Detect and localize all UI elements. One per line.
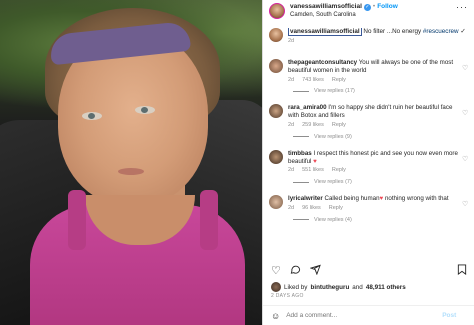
caption-avatar[interactable]	[269, 28, 283, 42]
comment-username[interactable]: timbbas	[288, 150, 312, 157]
left-strap	[68, 190, 86, 250]
comment-username[interactable]: thepageantconsultancy	[288, 59, 357, 66]
liker-username[interactable]: bintutheguru	[310, 284, 349, 291]
caption-username[interactable]: vanessawilliamsofficial	[288, 28, 362, 36]
replies-line	[293, 90, 309, 92]
post-photo[interactable]	[0, 0, 262, 325]
share-icon[interactable]	[309, 264, 321, 278]
mouth	[118, 168, 144, 175]
comment-time: 2d	[288, 204, 295, 211]
post-caption: vanessawilliamsofficial No filter ...No …	[269, 28, 469, 45]
replies-line	[293, 219, 309, 221]
instagram-post-view: vanessawilliamsofficial ✓ • Follow Camde…	[0, 0, 474, 325]
comment-icon[interactable]	[290, 264, 301, 278]
reply-button[interactable]: Reply	[332, 77, 346, 85]
add-comment-bar: ☺ Post	[263, 305, 474, 325]
comment-like-heart-icon[interactable]: ♡	[462, 201, 469, 208]
post-actions: ♡	[263, 264, 474, 278]
separator-dot: •	[372, 3, 376, 10]
view-replies[interactable]: View replies (9)	[293, 134, 469, 140]
comment-text: Called being human	[324, 195, 380, 203]
smile-icon[interactable]: ☺	[271, 311, 280, 321]
more-options-icon[interactable]: ···	[456, 3, 468, 12]
likes-middle: and	[352, 283, 363, 291]
likes-count[interactable]: 48,911 others	[366, 284, 406, 291]
commenter-avatar[interactable]	[269, 195, 283, 210]
caption-time: 2d	[288, 38, 295, 44]
comment-item: thepageantconsultancy You will always be…	[269, 59, 469, 84]
comment-like-heart-icon[interactable]: ♡	[462, 156, 469, 163]
comment-like-heart-icon[interactable]: ♡	[462, 110, 469, 117]
post-header: vanessawilliamsofficial ✓ • Follow Camde…	[263, 0, 474, 26]
view-replies[interactable]: View replies (4)	[293, 217, 469, 223]
comment-time: 2d	[288, 121, 295, 128]
reply-button[interactable]: Reply	[332, 122, 346, 130]
view-replies[interactable]: View replies (17)	[293, 88, 469, 94]
view-replies-label[interactable]: View replies (4)	[314, 217, 352, 223]
comment-time: 2d	[288, 76, 295, 83]
likes-summary: Liked by bintutheguru and 48,911 others	[263, 282, 474, 292]
comment-like-heart-icon[interactable]: ♡	[462, 65, 469, 72]
bookmark-icon[interactable]	[457, 264, 467, 278]
liker-avatar[interactable]	[271, 282, 281, 292]
caption-hashtag[interactable]: #rescuecrew	[423, 28, 459, 35]
add-comment-input[interactable]	[286, 312, 437, 319]
reply-button[interactable]: Reply	[332, 167, 346, 175]
comment-item: lyricalwriter Called being human♥ nothin…	[269, 195, 469, 213]
comment-time: 2d	[288, 167, 295, 174]
comment-username[interactable]: rara_amira00	[288, 104, 327, 111]
view-replies-label[interactable]: View replies (17)	[314, 88, 355, 94]
post-comment-button[interactable]: Post	[442, 312, 456, 319]
replies-line	[293, 136, 309, 138]
comment-likes[interactable]: 259 likes	[302, 122, 324, 130]
commenter-avatar[interactable]	[269, 149, 283, 164]
verified-badge-icon: ✓	[363, 3, 371, 11]
comment-username[interactable]: lyricalwriter	[288, 195, 323, 202]
view-replies-label[interactable]: View replies (7)	[314, 179, 352, 185]
caption-extra: ✓	[460, 28, 466, 35]
view-replies[interactable]: View replies (7)	[293, 179, 469, 185]
caption-text: No filter ...No energy	[363, 28, 423, 35]
heart-icon[interactable]: ♡	[271, 265, 281, 277]
post-side-panel: vanessawilliamsofficial ✓ • Follow Camde…	[262, 0, 474, 325]
replies-line	[293, 181, 309, 183]
view-replies-label[interactable]: View replies (9)	[314, 134, 352, 140]
comment-likes[interactable]: 551 likes	[302, 167, 324, 175]
comment-likes[interactable]: 743 likes	[302, 77, 324, 85]
left-eye	[82, 112, 102, 120]
author-avatar[interactable]	[269, 3, 285, 19]
post-date: 2 DAYS AGO	[271, 293, 304, 299]
likes-prefix: Liked by	[284, 283, 308, 291]
commenter-avatar[interactable]	[269, 104, 283, 119]
comment-text-after: nothing wrong with that	[383, 195, 449, 203]
author-info: vanessawilliamsofficial ✓ • Follow Camde…	[290, 3, 398, 19]
comment-likes[interactable]: 96 likes	[302, 205, 321, 213]
comments-list[interactable]: vanessawilliamsofficial No filter ...No …	[263, 28, 474, 260]
right-eye	[135, 106, 155, 114]
follow-button[interactable]: Follow	[377, 3, 398, 11]
post-location[interactable]: Camden, South Carolina	[290, 11, 398, 19]
commenter-avatar[interactable]	[269, 59, 283, 73]
heart-emoji-icon: ♥	[313, 157, 317, 165]
right-strap	[200, 190, 218, 250]
comment-item: timbbas I respect this honest pic and se…	[269, 149, 469, 175]
author-username[interactable]: vanessawilliamsofficial	[290, 3, 362, 11]
comment-item: rara_amira00 I'm so happy she didn't rui…	[269, 104, 469, 129]
reply-button[interactable]: Reply	[329, 205, 343, 213]
